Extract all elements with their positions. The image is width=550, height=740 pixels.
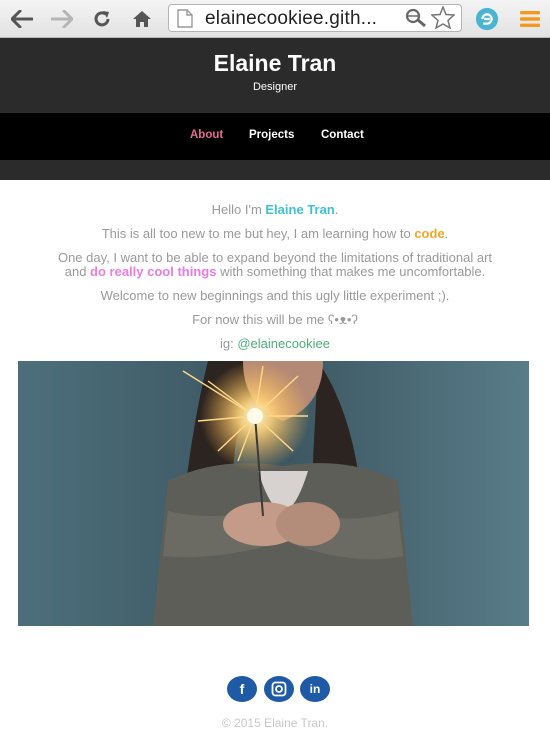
- cool-things-highlight: do really cool things: [90, 264, 217, 279]
- name-highlight: Elaine Tran: [265, 202, 335, 217]
- home-icon[interactable]: [130, 7, 154, 31]
- goal-line-1: One day, I want to be able to expand bey…: [57, 250, 493, 265]
- facebook-icon[interactable]: f: [227, 676, 257, 702]
- code-highlight: code: [414, 226, 445, 241]
- header-divider: [0, 160, 550, 180]
- url-text: elainecookiee.gith...: [205, 8, 378, 29]
- copyright: © 2015 Elaine Tran.: [221, 716, 329, 730]
- sparkler-photo: [18, 361, 529, 626]
- instagram-line: ig: @elainecookiee: [219, 336, 331, 351]
- site-title: Elaine Tran: [213, 50, 337, 76]
- menu-icon[interactable]: [518, 7, 542, 31]
- url-bar[interactable]: elainecookiee.gith...: [168, 4, 462, 32]
- linkedin-icon[interactable]: in: [300, 676, 330, 702]
- nav-projects[interactable]: Projects: [249, 129, 294, 141]
- nav-about[interactable]: About: [190, 129, 223, 141]
- browser-toolbar: elainecookiee.gith...: [0, 0, 550, 38]
- evernote-icon[interactable]: [475, 7, 499, 31]
- page-icon: [177, 9, 193, 33]
- bear-line: For now this will be me ʕ•ᴥ•ʔ: [192, 312, 358, 327]
- forward-arrow-icon[interactable]: [50, 7, 74, 31]
- intro-line: Hello I'm Elaine Tran.: [211, 202, 339, 217]
- instagram-handle-link[interactable]: @elainecookiee: [237, 336, 330, 351]
- learning-line: This is all too new to me but hey, I am …: [101, 226, 449, 241]
- main-nav: About Projects Contact: [0, 113, 550, 160]
- site-header: Elaine Tran Designer: [0, 38, 550, 113]
- nav-contact[interactable]: Contact: [321, 129, 364, 141]
- back-arrow-icon[interactable]: [10, 7, 34, 31]
- welcome-line: Welcome to new beginnings and this ugly …: [100, 288, 450, 303]
- goal-line-2: and do really cool things with something…: [64, 264, 486, 279]
- reload-icon[interactable]: [90, 7, 114, 31]
- search-icon[interactable]: [405, 8, 427, 33]
- site-subtitle: Designer: [252, 81, 298, 93]
- instagram-icon[interactable]: [264, 676, 294, 702]
- star-icon[interactable]: [430, 4, 456, 34]
